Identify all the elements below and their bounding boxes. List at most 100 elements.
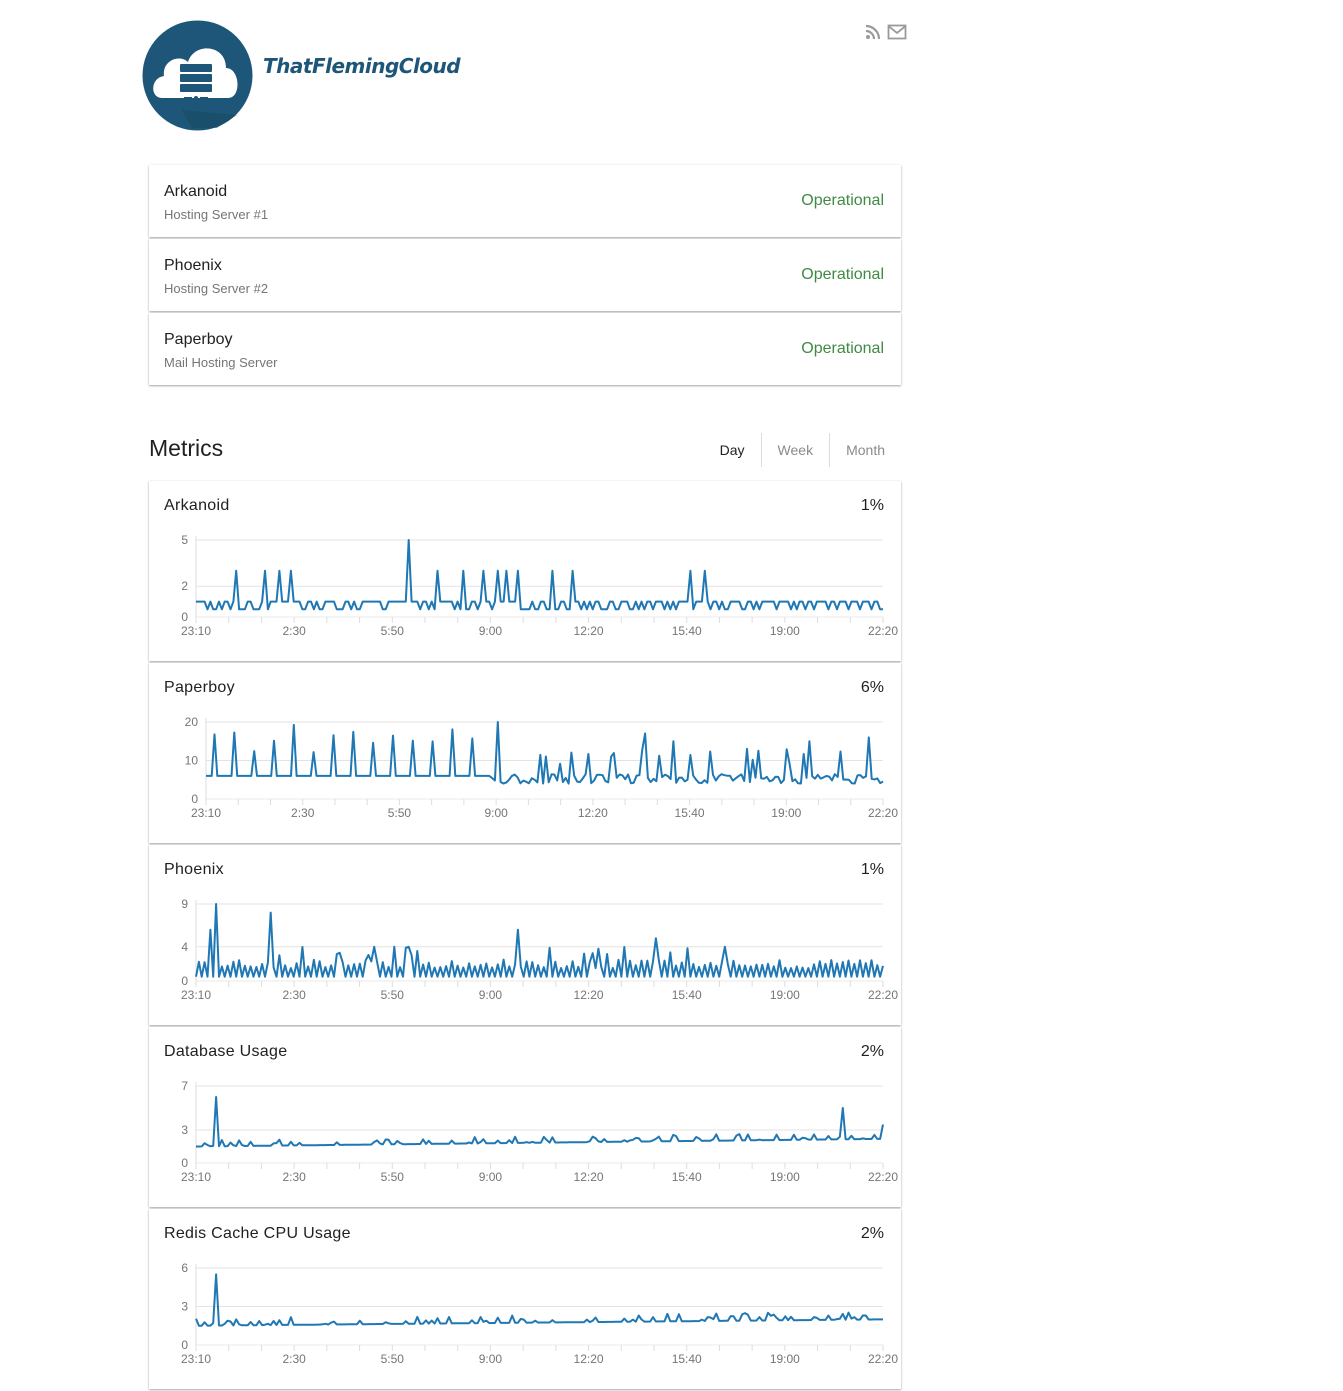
x-tick-label: 12:20 xyxy=(578,806,608,820)
series-line xyxy=(206,721,884,785)
x-tick-label: 22:20 xyxy=(868,988,898,1002)
x-tick-label: 15:40 xyxy=(672,1170,702,1184)
metrics-header: Metrics Day Week Month xyxy=(149,432,901,468)
logo[interactable]: ThatFlemingCloud xyxy=(142,20,461,131)
metric-name: Phoenix xyxy=(164,861,224,878)
series-line xyxy=(195,903,884,978)
tab-week[interactable]: Week xyxy=(760,433,830,467)
component-description: Hosting Server #1 xyxy=(164,207,269,222)
x-tick-label: 22:20 xyxy=(868,624,898,638)
component-description: Hosting Server #2 xyxy=(164,281,269,296)
series-line xyxy=(196,1096,884,1148)
y-tick-label: 0 xyxy=(181,1338,188,1352)
y-tick-label: 0 xyxy=(181,610,188,624)
x-tick-label: 9:00 xyxy=(479,1170,503,1184)
series-line xyxy=(196,539,883,611)
x-tick-label: 15:40 xyxy=(672,624,702,638)
x-tick-label: 19:00 xyxy=(770,988,800,1002)
x-tick-label: 22:20 xyxy=(868,806,898,820)
metric-name: Database Usage xyxy=(164,1043,288,1060)
x-tick-label: 23:10 xyxy=(181,988,211,1002)
metrics-list: Arkanoid 1% 0 2 5 23:10 2:30 5:50 9:00 12:20 15:… xyxy=(149,481,901,1391)
metric-card: Database Usage 2% 0 3 7 23:10 2:30 5:50 9:00 12… xyxy=(149,1027,901,1207)
components-list: Arkanoid Hosting Server #1 Operational P… xyxy=(149,165,901,387)
x-tick-label: 19:00 xyxy=(771,806,801,820)
component-name: Phoenix xyxy=(164,257,222,274)
y-tick-label: 7 xyxy=(181,1079,188,1093)
x-tick-label: 5:50 xyxy=(381,624,405,638)
component-item: Phoenix Hosting Server #2 Operational xyxy=(149,239,901,311)
x-tick-label: 23:10 xyxy=(181,624,211,638)
metric-chart: 0 3 6 23:10 2:30 5:50 9:00 12:20 15:40 19:00 22:20 xyxy=(181,1261,898,1366)
metric-chart: 0 4 9 23:10 2:30 5:50 9:00 12:20 15:40 19:00 22:20 xyxy=(181,897,898,1002)
x-tick-label: 9:00 xyxy=(479,1352,503,1366)
page-container: ThatFlemingCloud Arkanoid Hosting Server… xyxy=(142,0,907,1389)
tab-day[interactable]: Day xyxy=(704,433,761,467)
rss-icon[interactable] xyxy=(863,22,883,42)
status-badge: Operational xyxy=(801,192,884,209)
status-badge: Operational xyxy=(801,340,884,357)
metric-card: Arkanoid 1% 0 2 5 23:10 2:30 5:50 9:00 12:20 15:… xyxy=(149,481,901,661)
metric-name: Arkanoid xyxy=(164,497,230,514)
x-tick-label: 12:20 xyxy=(574,624,604,638)
x-tick-label: 19:00 xyxy=(770,1170,800,1184)
y-tick-label: 4 xyxy=(181,940,188,954)
y-tick-label: 0 xyxy=(181,974,188,988)
metric-chart: 0 2 5 23:10 2:30 5:50 9:00 12:20 15:40 19:00 22:20 xyxy=(181,533,898,638)
x-tick-label: 12:20 xyxy=(574,1170,604,1184)
x-tick-label: 2:30 xyxy=(291,806,315,820)
x-tick-label: 23:10 xyxy=(181,1170,211,1184)
metric-card: Redis Cache CPU Usage 2% 0 3 6 23:10 2:30 5:5… xyxy=(149,1209,901,1389)
metric-name: Paperboy xyxy=(164,679,235,696)
y-tick-label: 0 xyxy=(181,1156,188,1170)
header-icons xyxy=(863,22,907,42)
header: ThatFlemingCloud xyxy=(142,0,907,150)
component-description: Mail Hosting Server xyxy=(164,355,278,370)
component-name: Paperboy xyxy=(164,331,233,348)
component-item: Paperboy Mail Hosting Server Operational xyxy=(149,313,901,385)
x-tick-label: 9:00 xyxy=(479,988,503,1002)
metric-current-value: 1% xyxy=(860,497,884,514)
component-name: Arkanoid xyxy=(164,183,228,200)
x-tick-label: 19:00 xyxy=(770,624,800,638)
x-tick-label: 2:30 xyxy=(282,1352,306,1366)
x-tick-label: 22:20 xyxy=(868,1352,898,1366)
period-tabs: Day Week Month xyxy=(704,433,901,467)
series-line xyxy=(195,1273,883,1327)
x-tick-label: 9:00 xyxy=(484,806,508,820)
x-tick-label: 12:20 xyxy=(574,988,604,1002)
metrics-title: Metrics xyxy=(149,435,224,461)
x-tick-label: 2:30 xyxy=(282,988,306,1002)
y-tick-label: 6 xyxy=(181,1261,188,1275)
y-tick-label: 3 xyxy=(181,1123,188,1137)
metric-name: Redis Cache CPU Usage xyxy=(164,1225,351,1242)
x-tick-label: 2:30 xyxy=(282,624,306,638)
x-tick-label: 5:50 xyxy=(381,988,405,1002)
x-tick-label: 15:40 xyxy=(672,1352,702,1366)
metric-chart: 0 3 7 23:10 2:30 5:50 9:00 12:20 15:40 19:00 22:20 xyxy=(181,1079,898,1184)
x-tick-label: 5:50 xyxy=(388,806,412,820)
component-item: Arkanoid Hosting Server #1 Operational xyxy=(149,165,901,237)
metric-chart: 0 10 20 23:10 2:30 5:50 9:00 12:20 15:40 19:00 22:… xyxy=(185,715,899,820)
metric-card: Phoenix 1% 0 4 9 23:10 2:30 5:50 9:00 12:20 15:4… xyxy=(149,845,901,1025)
x-tick-label: 15:40 xyxy=(672,988,702,1002)
x-tick-label: 23:10 xyxy=(181,1352,211,1366)
y-tick-label: 0 xyxy=(191,792,198,806)
x-tick-label: 12:20 xyxy=(574,1352,604,1366)
metric-current-value: 1% xyxy=(860,861,884,878)
x-tick-label: 22:20 xyxy=(868,1170,898,1184)
status-badge: Operational xyxy=(801,266,884,283)
y-tick-label: 5 xyxy=(181,533,188,547)
x-tick-label: 5:50 xyxy=(381,1352,405,1366)
y-tick-label: 20 xyxy=(185,715,199,729)
x-tick-label: 19:00 xyxy=(770,1352,800,1366)
metric-card: Paperboy 6% 0 10 20 23:10 2:30 5:50 9:00 12:20 1… xyxy=(149,663,901,843)
metric-current-value: 2% xyxy=(860,1043,884,1060)
y-tick-label: 9 xyxy=(181,897,188,911)
x-tick-label: 2:30 xyxy=(282,1170,306,1184)
tab-month[interactable]: Month xyxy=(829,433,901,467)
x-tick-label: 5:50 xyxy=(381,1170,405,1184)
brand-name: ThatFlemingCloud xyxy=(263,53,461,78)
y-tick-label: 10 xyxy=(185,754,199,768)
mail-icon[interactable] xyxy=(887,22,907,42)
